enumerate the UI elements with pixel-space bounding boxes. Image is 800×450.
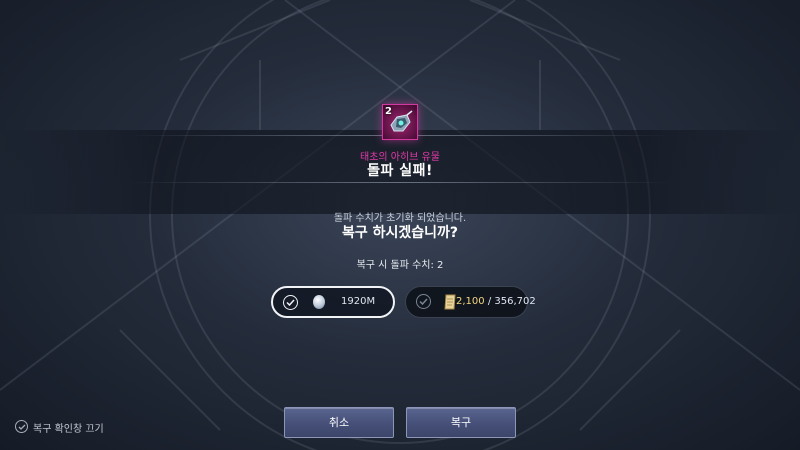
scroll-amount: 2,100 / 356,702 <box>456 296 536 307</box>
restore-button[interactable]: 복구 <box>406 407 516 438</box>
scroll-separator: / <box>484 296 495 307</box>
restore-question: 복구 하시겠습니까? <box>341 225 459 241</box>
scroll-icon <box>444 294 456 310</box>
disable-confirm-label: 복구 확인창 끄기 <box>33 424 104 435</box>
scroll-required: 356,702 <box>494 296 536 307</box>
scroll-owned: 2,100 <box>456 296 485 307</box>
item-slot[interactable]: 2 <box>382 104 418 140</box>
check-icon <box>283 295 298 310</box>
item-count: 2 <box>385 106 392 117</box>
restore-breakthrough-value: 복구 시 돌파 수치: 2 <box>356 260 444 271</box>
result-title: 돌파 실패! <box>367 163 433 179</box>
check-icon <box>416 294 431 309</box>
band-divider-bottom <box>130 182 670 183</box>
silver-amount: 1920M <box>341 296 376 307</box>
restore-option-silver[interactable]: 1920M <box>271 286 395 318</box>
restore-option-scroll[interactable]: 2,100 / 356,702 <box>405 286 536 318</box>
check-icon <box>15 420 28 433</box>
cancel-button[interactable]: 취소 <box>284 407 394 438</box>
silver-coin-icon <box>313 295 325 309</box>
